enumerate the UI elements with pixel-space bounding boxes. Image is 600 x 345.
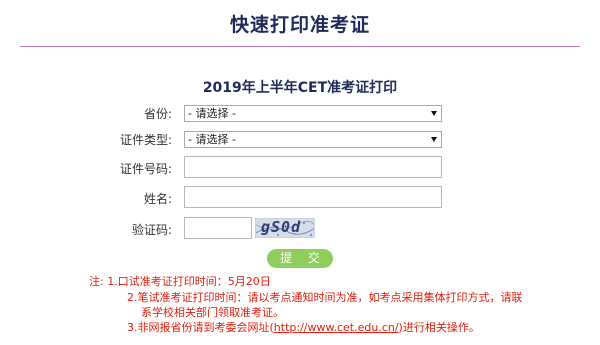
note-line-1: 注: 1.口试准考证打印时间：5月20日 <box>89 275 271 288</box>
province-select[interactable]: - 请选择 - <box>184 105 442 122</box>
id-number-label: 证件号码: <box>119 162 172 176</box>
captcha-text: gS0d <box>261 218 302 236</box>
note-line-4-suffix: )进行相关操作。 <box>398 321 480 334</box>
chevron-down-icon <box>431 111 437 116</box>
province-label: 省份: <box>143 107 172 121</box>
note-line-4: 3.非网报省份请到考委会网址(http://www.cet.edu.cn/)进行… <box>127 321 480 336</box>
note-line-4-prefix: 3.非网报省份请到考委会网址( <box>127 321 274 334</box>
id-type-select-value: - 请选择 - <box>188 133 236 146</box>
id-type-select[interactable]: - 请选择 - <box>184 131 442 148</box>
submit-button[interactable]: 提 交 <box>267 249 333 268</box>
captcha-label: 验证码: <box>131 223 172 237</box>
captcha-input[interactable] <box>184 217 252 239</box>
cet-website-link[interactable]: http://www.cet.edu.cn/ <box>274 321 399 334</box>
note-line-3: 系学校相关部门领取准考证。 <box>141 306 284 319</box>
title-divider <box>20 46 580 47</box>
id-number-input[interactable] <box>184 156 442 178</box>
note-line-2: 2.笔试准考证打印时间：请以考点通知时间为准，如考点采用集体打印方式，请联 <box>127 291 523 304</box>
form-title: 2019年上半年CET准考证打印 <box>202 80 398 96</box>
chevron-down-icon <box>431 137 437 142</box>
province-select-value: - 请选择 - <box>188 107 236 120</box>
id-type-label: 证件类型: <box>119 133 172 147</box>
name-input[interactable] <box>184 186 442 208</box>
name-label: 姓名: <box>143 192 172 206</box>
captcha-image[interactable]: gS0d <box>255 218 315 238</box>
page-title: 快速打印准考证 <box>229 14 370 36</box>
